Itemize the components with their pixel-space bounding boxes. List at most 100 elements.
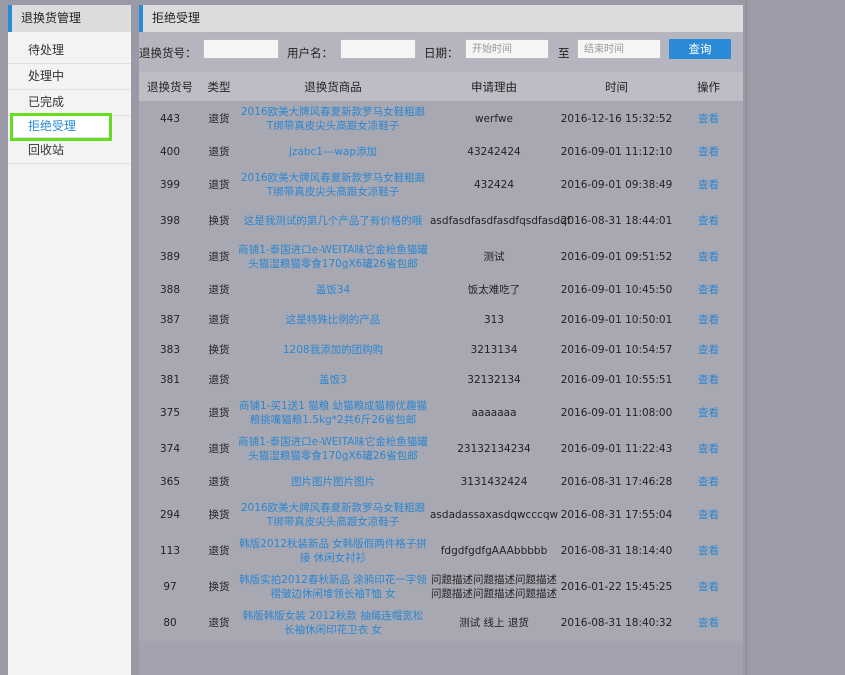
cell-product-link[interactable]: 这是特殊比例的产品 [237,305,429,335]
cell-product-link[interactable]: 2016欧美大牌风春夏新款罗马女鞋粗跟T绑带真皮尖头高跟女凉鞋子 [237,167,429,203]
cell-reason: 313 [483,314,505,326]
view-link[interactable]: 查看 [674,605,743,641]
cell-product-link[interactable]: 商铺1-泰国进口e-WEITA味它金枪鱼猫罐头猫湿粮猫零食170gX6罐26省包… [237,239,429,275]
page-title: 拒绝受理 [139,5,743,32]
table-row: 398 换货 这是我测试的第几个产品了有价格的哦 asdfasdfasdfasdfqs… [139,203,743,239]
sidebar-item-completed[interactable]: 已完成 [8,90,131,116]
view-link[interactable]: 查看 [674,167,743,203]
table-row: 389 退货 商铺1-泰国进口e-WEITA味它金枪鱼猫罐头猫湿粮猫零食170gX6… [139,239,743,275]
view-link[interactable]: 查看 [674,305,743,335]
returns-table: 退换货号 类型 退换货商品 申请理由 时间 操作 443 退货 2016欧美大牌风春… [139,72,743,641]
return-no-label: 退换货号： [139,46,197,60]
cell-type: 换货 [208,344,230,356]
view-link[interactable]: 查看 [674,533,743,569]
view-link[interactable]: 查看 [674,275,743,305]
table-row: 383 换货 1208我添加的团购购 3213134 2016-09-01 10:54:… [139,335,743,365]
sidebar-title: 退换货管理 [8,5,131,32]
table-row: 381 退货 盖饭3 32132134 2016-09-01 10:55:51 查看 [139,365,743,395]
cell-type: 退货 [208,314,230,326]
cell-time: 2016-12-16 15:32:52 [560,113,673,125]
table-row: 443 退货 2016欧美大牌风春夏新款罗马女鞋粗跟T绑带真皮尖头高跟女凉鞋子 wer… [139,101,743,137]
cell-reason: 432424 [473,179,515,191]
cell-product-link[interactable]: 盖饭34 [237,275,429,305]
col-header-type: 类型 [201,72,237,101]
view-link[interactable]: 查看 [674,101,743,137]
sidebar-item-pending[interactable]: 待处理 [8,38,131,64]
cell-type: 退货 [208,545,230,557]
cell-product-link[interactable]: 1208我添加的团购购 [237,335,429,365]
cell-time: 2016-01-22 15:45:25 [560,581,673,593]
username-input[interactable] [340,39,416,59]
table-row: 400 退货 jzabc1---wap添加 43242424 2016-09-01 11… [139,137,743,167]
cell-product-link[interactable]: jzabc1---wap添加 [237,137,429,167]
cell-return-no: 383 [159,344,181,356]
cell-type: 退货 [208,476,230,488]
table-row: 365 退货 图片图片图片图片 3131432424 2016-08-31 17:46:… [139,467,743,497]
view-link[interactable]: 查看 [674,395,743,431]
sidebar: 退换货管理 待处理 处理中 已完成 拒绝受理 回收站 [8,5,131,675]
cell-product-link[interactable]: 商铺1-泰国进口e-WEITA味它金枪鱼猫罐头猫湿粮猫零食170gX6罐26省包… [237,431,429,467]
cell-time: 2016-09-01 09:38:49 [560,179,673,191]
cell-reason: 32132134 [467,374,521,386]
content-panel: 拒绝受理 退换货号： 用户名： 日期： 开始时间 至 结束时间 查询 退换货号 … [139,5,743,675]
cell-product-link[interactable]: 韩版2012秋装新品 女韩版假两件格子拼接 休闲女衬衫 [237,533,429,569]
cell-return-no: 80 [163,617,177,629]
view-link[interactable]: 查看 [674,203,743,239]
sidebar-item-recycle-bin[interactable]: 回收站 [8,138,131,164]
cell-return-no: 294 [159,509,181,521]
cell-reason: 3213134 [470,344,518,356]
view-link[interactable]: 查看 [674,335,743,365]
cell-type: 换货 [208,215,230,227]
cell-type: 退货 [208,443,230,455]
cell-return-no: 400 [159,146,181,158]
cell-product-link[interactable]: 图片图片图片图片 [237,467,429,497]
cell-product-link[interactable]: 这是我测试的第几个产品了有价格的哦 [237,203,429,239]
to-label: 至 [558,46,570,60]
view-link[interactable]: 查看 [674,365,743,395]
cell-return-no: 387 [159,314,181,326]
col-header-product: 退换货商品 [237,72,429,101]
table-row: 399 退货 2016欧美大牌风春夏新款罗马女鞋粗跟T绑带真皮尖头高跟女凉鞋子 432… [139,167,743,203]
main-content: 拒绝受理 退换货号： 用户名： 日期： 开始时间 至 结束时间 查询 退换货号 … [139,5,743,675]
cell-product-link[interactable]: 韩版实拍2012春秋新品 涂鸦印花一字领褶皱边休闲堆领长袖T恤 女 [237,569,429,605]
cell-product-link[interactable]: 2016欧美大牌风春夏新款罗马女鞋粗跟T绑带真皮尖头高跟女凉鞋子 [237,497,429,533]
table-row: 375 退货 商铺1-买1送1 猫粮 幼猫粮成猫粮优趣猫粮挑嘴猫粮1.5kg*2共6… [139,395,743,431]
cell-return-no: 399 [159,179,181,191]
cell-return-no: 97 [163,581,177,593]
cell-time: 2016-09-01 11:22:43 [560,443,673,455]
cell-product-link[interactable]: 2016欧美大牌风春夏新款罗马女鞋粗跟T绑带真皮尖头高跟女凉鞋子 [237,101,429,137]
cell-time: 2016-09-01 11:12:10 [560,146,673,158]
cell-reason: 23132134234 [457,443,531,455]
cell-time: 2016-09-01 10:55:51 [560,374,673,386]
cell-return-no: 389 [159,251,181,263]
cell-type: 退货 [208,146,230,158]
view-link[interactable]: 查看 [674,569,743,605]
view-link[interactable]: 查看 [674,239,743,275]
cell-product-link[interactable]: 盖饭3 [237,365,429,395]
cell-return-no: 388 [159,284,181,296]
cell-reason: 3131432424 [460,476,528,488]
cell-return-no: 374 [159,443,181,455]
cell-time: 2016-08-31 17:46:28 [560,476,673,488]
query-button[interactable]: 查询 [669,39,731,59]
cell-return-no: 443 [159,113,181,125]
sidebar-item-processing[interactable]: 处理中 [8,64,131,90]
return-no-input[interactable] [203,39,279,59]
end-date-input[interactable]: 结束时间 [577,39,661,59]
cell-reason: 测试 线上 退货 [459,617,529,629]
cell-reason: 43242424 [467,146,521,158]
cell-type: 退货 [208,407,230,419]
cell-product-link[interactable]: 商铺1-买1送1 猫粮 幼猫粮成猫粮优趣猫粮挑嘴猫粮1.5kg*2共6斤26省包… [237,395,429,431]
cell-reason: asdadassaxasdqwcccqw [430,509,559,521]
view-link[interactable]: 查看 [674,497,743,533]
cell-product-link[interactable]: 韩版韩版女装 2012秋款 抽绳连帽宽松长袖休闲印花卫衣 女 [237,605,429,641]
view-link[interactable]: 查看 [674,137,743,167]
sidebar-item-rejected[interactable]: 拒绝受理 [10,113,112,141]
view-link[interactable]: 查看 [674,467,743,497]
cell-type: 退货 [208,113,230,125]
col-header-action: 操作 [674,72,743,101]
start-date-input[interactable]: 开始时间 [465,39,549,59]
view-link[interactable]: 查看 [674,431,743,467]
table-row: 388 退货 盖饭34 饭太难吃了 2016-09-01 10:45:50 查看 [139,275,743,305]
cell-reason: fdgdfgdfgAAAbbbbb [440,545,548,557]
